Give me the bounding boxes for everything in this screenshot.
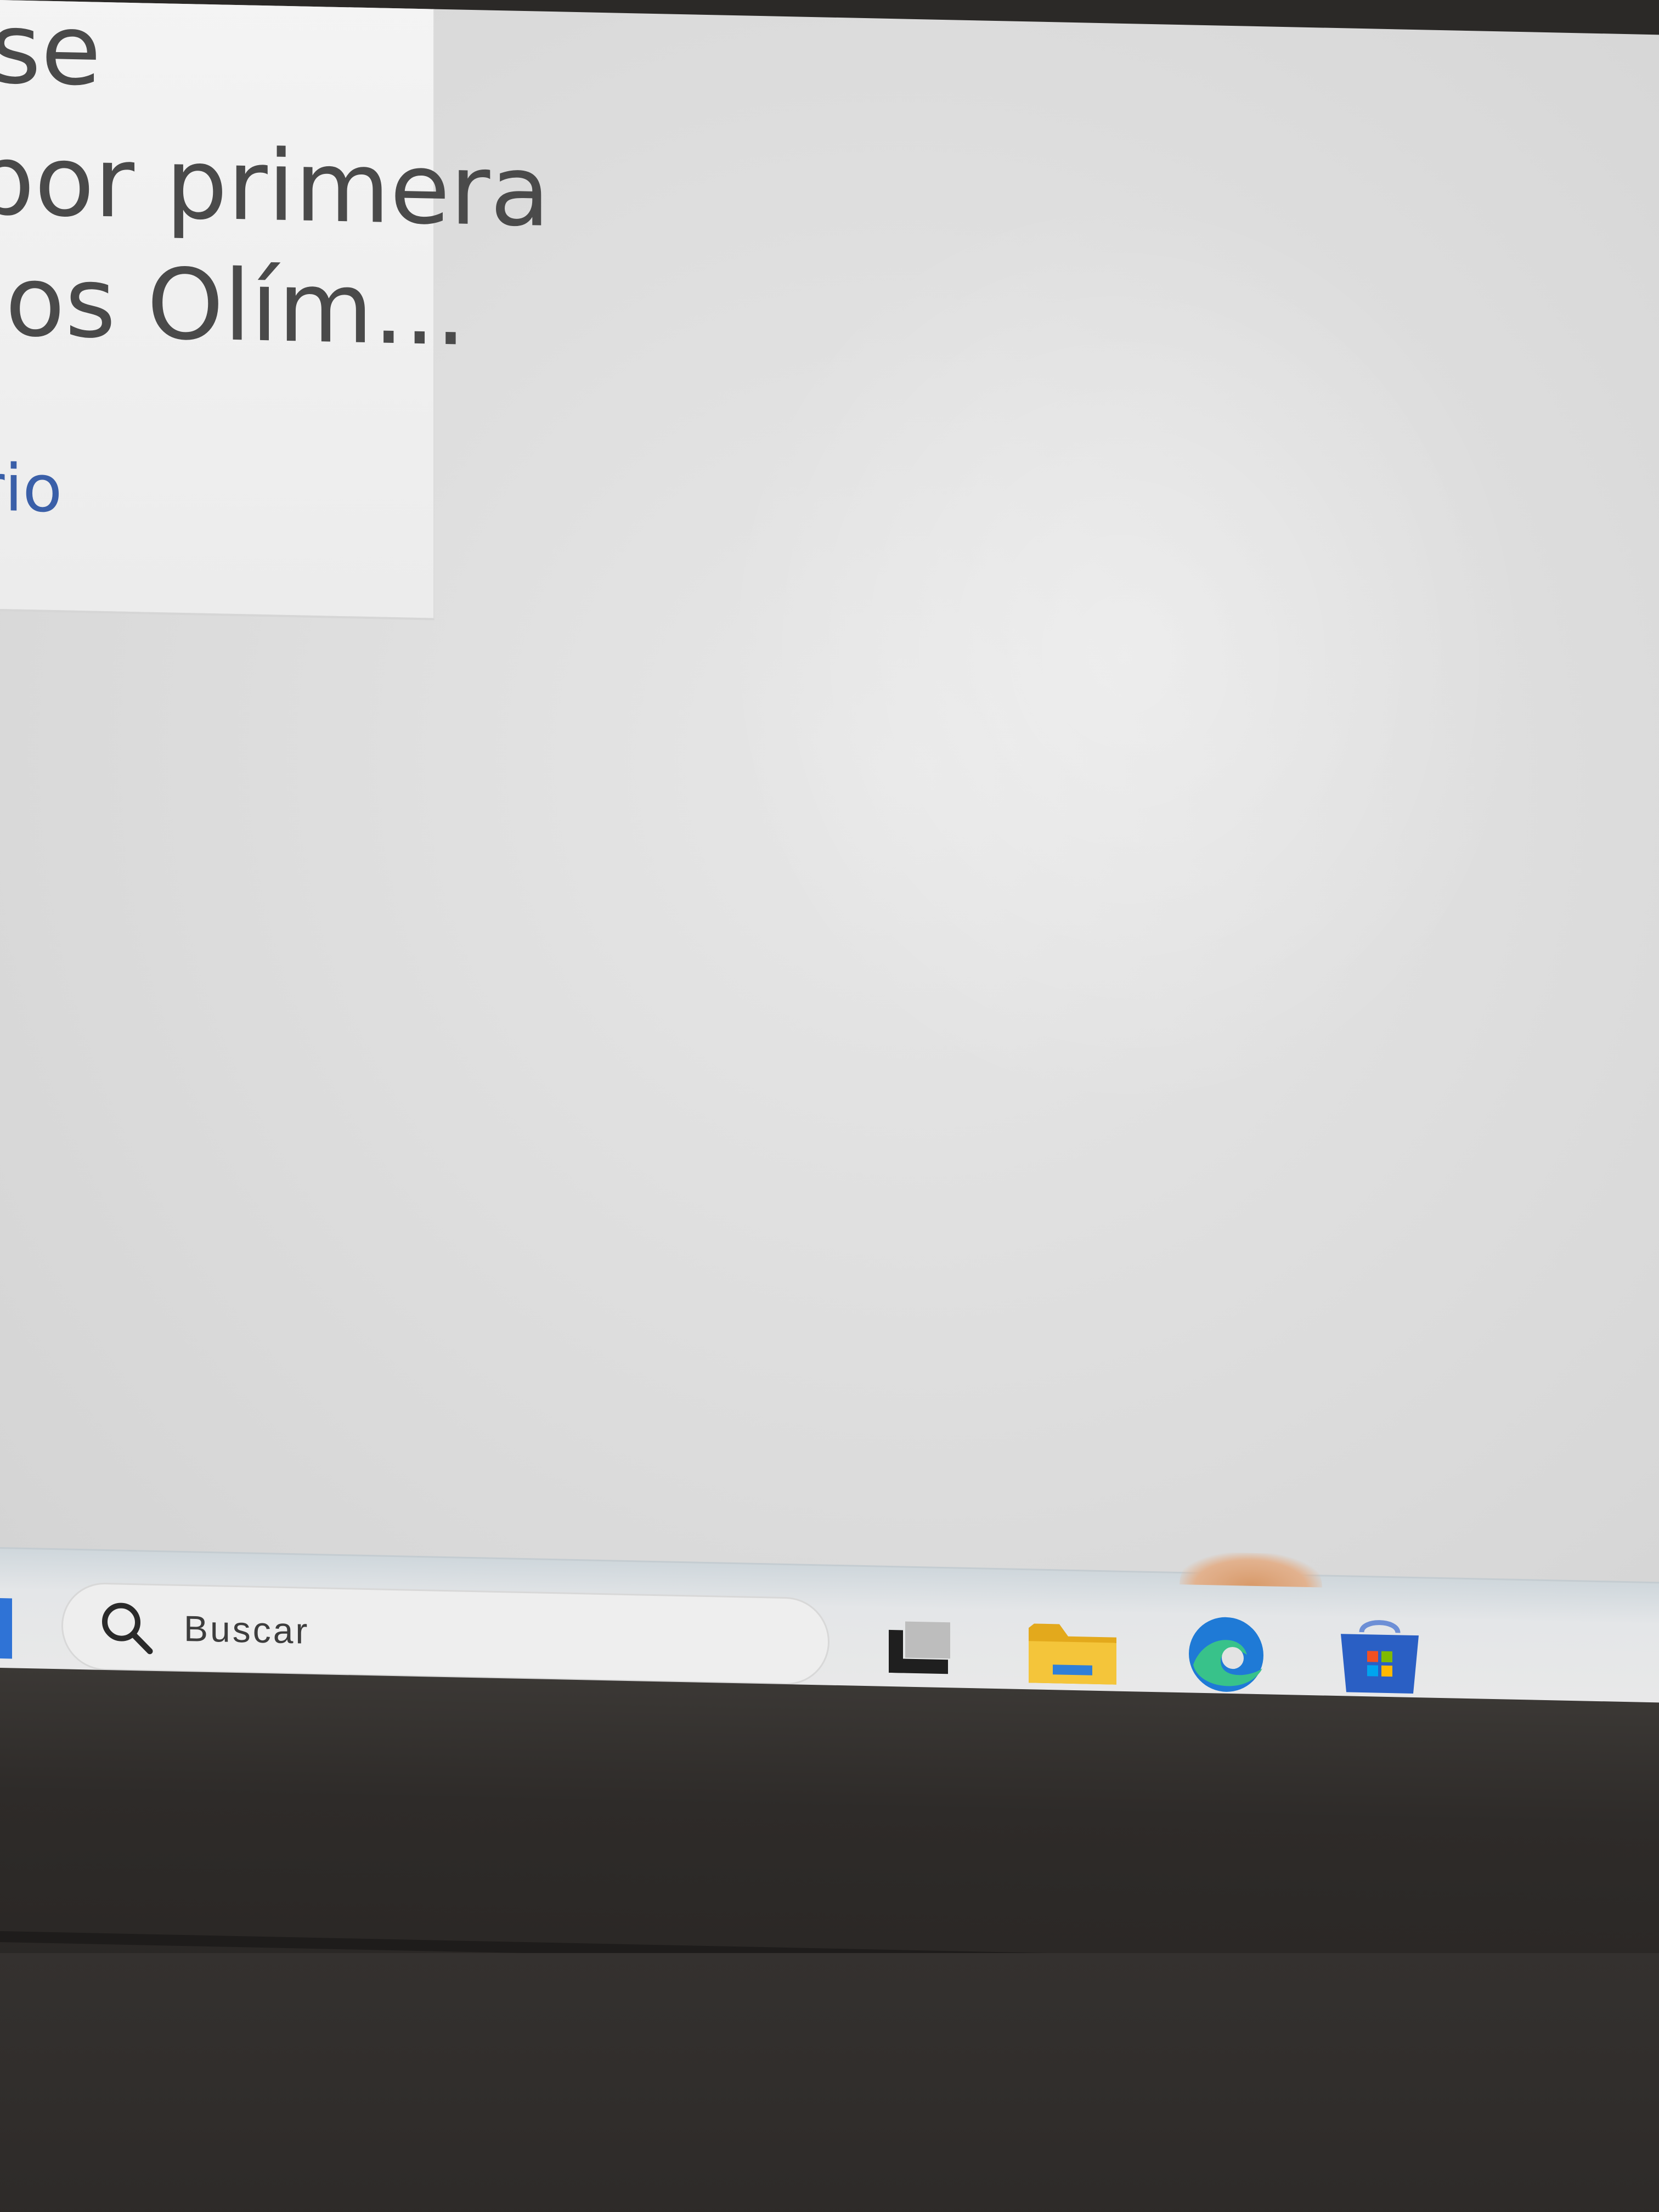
news-article-card[interactable]: se por primera jos Olím... rio — [0, 0, 550, 620]
article-headline-line-1: se — [0, 0, 101, 108]
widget-sprite[interactable] — [1180, 1551, 1322, 1588]
photo-frame: se por primera jos Olím... rio Buscar — [0, 0, 1659, 2212]
start-edge-accent[interactable] — [0, 1598, 12, 1659]
article-source-link[interactable]: rio — [0, 449, 63, 527]
task-view-icon[interactable] — [867, 1600, 971, 1695]
edge-browser-icon[interactable] — [1174, 1606, 1278, 1702]
article-headline-line-3: jos Olím... — [0, 244, 466, 368]
screen-glare — [713, 179, 1536, 1130]
article-headline-line-2: por primera — [0, 122, 550, 249]
file-explorer-icon[interactable] — [1020, 1603, 1125, 1699]
keyboard-deck — [0, 1953, 1659, 2212]
taskbar-search-box[interactable]: Buscar — [61, 1582, 830, 1686]
search-placeholder: Buscar — [184, 1608, 310, 1651]
laptop-screen: se por primera jos Olím... rio — [0, 0, 1659, 1703]
search-icon — [96, 1596, 156, 1658]
microsoft-store-icon[interactable] — [1328, 1610, 1432, 1705]
